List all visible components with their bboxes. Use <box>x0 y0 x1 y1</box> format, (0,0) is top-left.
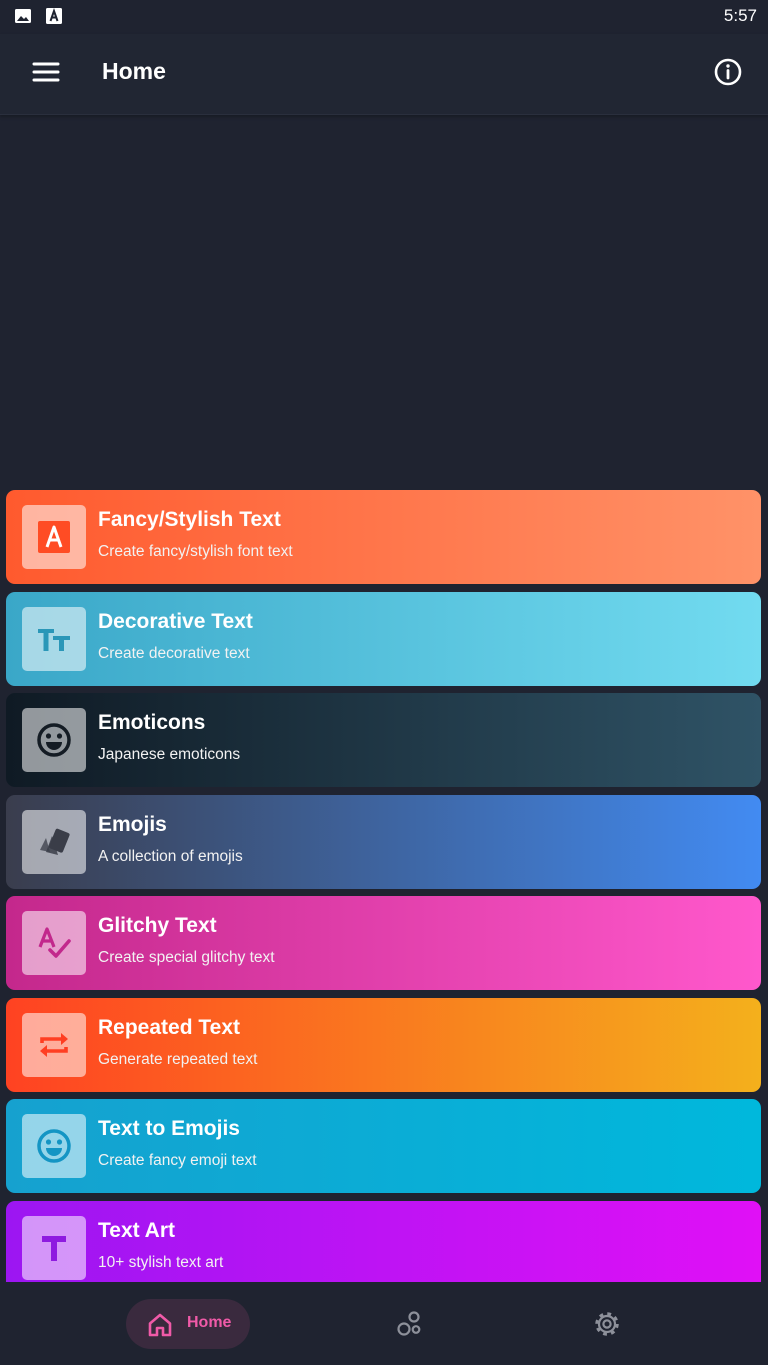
card-subtitle: Japanese emoticons <box>98 746 241 763</box>
card-subtitle: Generate repeated text <box>98 1051 258 1068</box>
letter-t-icon <box>42 1236 66 1261</box>
card-title: Emoticons <box>98 711 206 734</box>
card-repeated-text[interactable]: Repeated Text Generate repeated text <box>6 998 761 1092</box>
card-icon-box <box>22 505 86 569</box>
card-subtitle: 10+ stylish text art <box>98 1254 224 1271</box>
nav-home-label: Home <box>187 1314 232 1331</box>
card-text-to-emojis[interactable]: Text to Emojis Create fancy emoji text <box>6 1099 761 1193</box>
card-text-art[interactable]: Text Art 10+ stylish text art <box>6 1201 761 1282</box>
card-title: Text to Emojis <box>98 1117 240 1140</box>
nav-home-tab[interactable]: Home <box>126 1299 250 1349</box>
card-icon-box <box>22 708 86 772</box>
card-title: Text Art <box>98 1219 176 1242</box>
text-size-icon <box>38 629 70 651</box>
bubbles-icon[interactable] <box>395 1309 425 1339</box>
card-subtitle: A collection of emojis <box>98 848 243 865</box>
card-glitchy-text[interactable]: Glitchy Text Create special glitchy text <box>6 896 761 990</box>
page-title: Home <box>102 58 166 84</box>
card-icon-box <box>22 1013 86 1077</box>
card-emoticons[interactable]: Emoticons Japanese emoticons <box>6 693 761 787</box>
card-subtitle: Create decorative text <box>98 645 250 662</box>
app-bar: Home <box>0 34 768 115</box>
card-title: Decorative Text <box>98 610 253 633</box>
card-title: Repeated Text <box>98 1016 240 1039</box>
smiley-icon <box>37 1129 71 1163</box>
text-a-icon <box>46 7 62 24</box>
status-bar: 5:57 <box>0 0 768 34</box>
card-icon-box <box>22 1114 86 1178</box>
bottom-navigation: Home <box>0 1283 768 1365</box>
clock-time: 5:57 <box>723 6 757 25</box>
home-icon <box>148 1313 172 1337</box>
image-icon <box>15 9 31 23</box>
card-icon-box <box>22 810 86 874</box>
feature-list: Fancy/Stylish Text Create fancy/stylish … <box>6 490 762 1282</box>
letter-a-icon <box>38 521 70 553</box>
card-icon-box <box>22 1216 86 1280</box>
card-subtitle: Create special glitchy text <box>98 949 275 966</box>
card-subtitle: Create fancy emoji text <box>98 1152 257 1169</box>
gear-icon[interactable] <box>592 1309 622 1339</box>
spell-check-icon <box>38 927 71 958</box>
info-circle-icon[interactable] <box>712 56 744 88</box>
smiley-icon <box>37 723 71 757</box>
cards-icon <box>40 828 70 855</box>
repeat-icon <box>40 1033 68 1057</box>
card-decorative-text[interactable]: Decorative Text Create decorative text <box>6 592 761 686</box>
card-title: Fancy/Stylish Text <box>98 508 281 531</box>
card-title: Glitchy Text <box>98 914 217 937</box>
card-fancy-stylish-text[interactable]: Fancy/Stylish Text Create fancy/stylish … <box>6 490 761 584</box>
card-emojis[interactable]: Emojis A collection of emojis <box>6 795 761 889</box>
hamburger-menu-icon[interactable] <box>28 54 64 90</box>
card-title: Emojis <box>98 813 167 836</box>
card-icon-box <box>22 911 86 975</box>
card-icon-box <box>22 607 86 671</box>
card-subtitle: Create fancy/stylish font text <box>98 543 293 560</box>
